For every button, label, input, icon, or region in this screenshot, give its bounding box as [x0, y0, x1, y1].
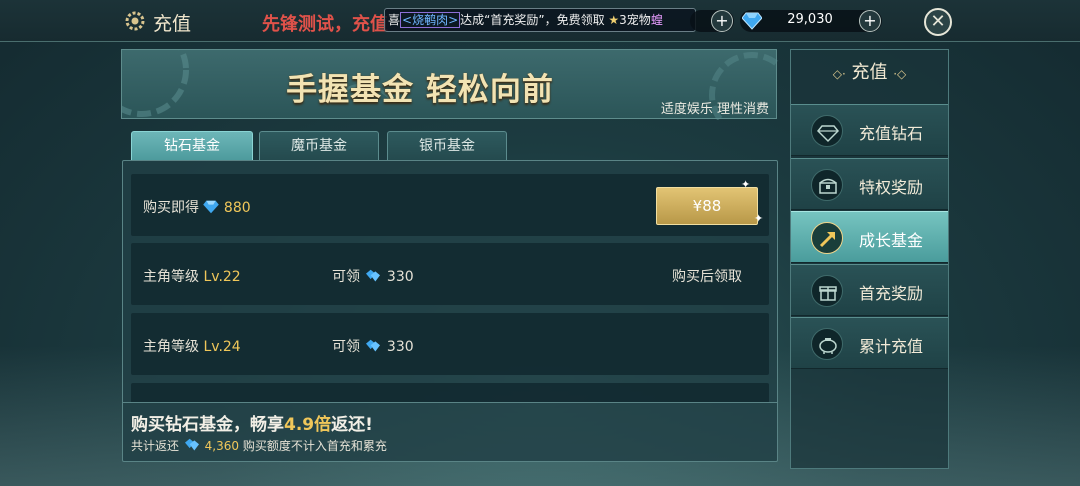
reward-amount: 330 [386, 269, 414, 285]
menu-item-first-recharge[interactable]: 首充奖励 [791, 264, 948, 316]
reward-level-value: Lv.22 [203, 269, 241, 285]
diamond-balance: 29,030 [787, 12, 833, 27]
reward-claim-label: 可领 [332, 269, 360, 285]
reward-row: 主角等级 Lv.22 可领 330 购买后领取 [131, 243, 769, 305]
close-button[interactable]: ✕ [924, 8, 952, 36]
notice-player-name: <烧鹌肉> [400, 12, 461, 28]
tab-magic-coin-fund[interactable]: 魔币基金 [259, 131, 379, 160]
tab-diamond-fund[interactable]: 钻石基金 [131, 131, 253, 161]
side-menu-title-text: 充值 [851, 62, 888, 83]
promo-headline: 购买钻石基金，畅享4.9倍返还! [131, 410, 373, 435]
reward-row: 主角等级 Lv.24 可领 330 [131, 313, 769, 375]
diamond-pile-icon [366, 339, 381, 352]
menu-item-label: 成长基金 [859, 231, 924, 250]
reward-level-label: 主角等级 [143, 339, 199, 355]
treasure-chest-icon [811, 169, 843, 201]
add-resource-button[interactable]: + [711, 10, 733, 32]
reward-level: 主角等级 Lv.24 [143, 336, 241, 356]
sparkle-icon: ✦ [741, 178, 751, 191]
buy-button[interactable]: ¥88 [656, 187, 758, 225]
diamond-icon [811, 115, 843, 147]
notice-reward: 3宠物 [619, 13, 651, 27]
gear-icon [125, 11, 145, 31]
footer-divider [123, 402, 777, 403]
top-bar: 充值 先锋测试，充值 喜 <烧鹌肉> 达成“首充奖励”，免费领取 ★3宠物蝗 + 2… [0, 0, 1080, 42]
piggy-bank-icon [811, 328, 843, 360]
page-title: 充值 [153, 13, 192, 35]
notice-prefix: 喜 [388, 13, 401, 27]
add-diamond-button[interactable]: + [859, 10, 881, 32]
tab-silver-coin-fund[interactable]: 银币基金 [387, 131, 507, 160]
ornament-left-icon: ◇· [832, 67, 846, 81]
side-menu-title: ◇· 充值 ·◇ [790, 58, 949, 84]
reward-row-partial [131, 383, 769, 403]
reward-level-label: 主角等级 [143, 269, 199, 285]
menu-item-label: 累计充值 [859, 337, 924, 356]
diamond-pile-icon [184, 438, 199, 451]
menu-item-privilege-reward[interactable]: 特权奖励 [791, 158, 948, 210]
fund-banner: 手握基金 轻松向前 适度娱乐 理性消费 [121, 49, 778, 120]
star-icon: ★ [608, 13, 620, 27]
reward-level: 主角等级 Lv.22 [143, 266, 241, 286]
banner-subtitle: 适度娱乐 理性消费 [660, 102, 769, 117]
notice-text: 达成“首充奖励”，免费领取 [460, 13, 605, 27]
total-return-label: 共计返还 [131, 439, 180, 453]
marquee-text: 先锋测试，充值 [262, 14, 388, 35]
purchase-row: 购买即得 880 ¥88 ✦ ✦ [131, 174, 769, 236]
promo-prefix: 购买钻石基金，畅享 [131, 415, 284, 435]
menu-item-growth-fund[interactable]: 成长基金 [791, 211, 948, 263]
reward-level-value: Lv.24 [203, 339, 241, 355]
promo-detail: 共计返还 4,360 购买额度不计入首充和累充 [131, 437, 387, 454]
menu-item-label: 充值钻石 [859, 124, 924, 143]
ornament-right-icon: ·◇ [893, 67, 907, 81]
diamond-icon [203, 200, 220, 214]
sparkle-icon: ✦ [754, 212, 764, 225]
total-return-amount: 4,360 [204, 439, 240, 453]
notice-trailing: 蝗 [650, 13, 663, 27]
purchase-label-text: 购买即得 [143, 200, 199, 216]
purchase-amount: 880 [223, 200, 251, 216]
purchase-note: 购买额度不计入首充和累充 [242, 439, 387, 453]
menu-item-label: 特权奖励 [859, 178, 924, 197]
reward-status: 购买后领取 [672, 269, 742, 285]
reward-claim-label: 可领 [332, 339, 360, 355]
menu-item-label: 首充奖励 [859, 284, 924, 303]
growth-arrow-icon [811, 222, 843, 254]
gift-icon [811, 275, 843, 307]
menu-item-recharge-diamond[interactable]: 充值钻石 [791, 104, 948, 156]
diamond-pile-icon [366, 269, 381, 282]
diamond-icon [742, 12, 762, 30]
reward-claim: 可领 330 [332, 336, 414, 356]
reward-amount: 330 [386, 339, 414, 355]
banner-title: 手握基金 轻松向前 [286, 72, 554, 108]
purchase-label: 购买即得 880 [143, 197, 251, 217]
fund-content-panel: 购买即得 880 ¥88 ✦ ✦ 主角等级 Lv.22 可领 330 购买后领取… [122, 160, 778, 462]
broadcast-notice: 喜 <烧鹌肉> 达成“首充奖励”，免费领取 ★3宠物蝗 [384, 8, 696, 32]
promo-multiplier: 4.9倍 [284, 415, 332, 435]
menu-item-cumulative-recharge[interactable]: 累计充值 [791, 317, 948, 369]
reward-claim: 可领 330 [332, 266, 414, 286]
promo-suffix: 返还! [331, 415, 373, 435]
